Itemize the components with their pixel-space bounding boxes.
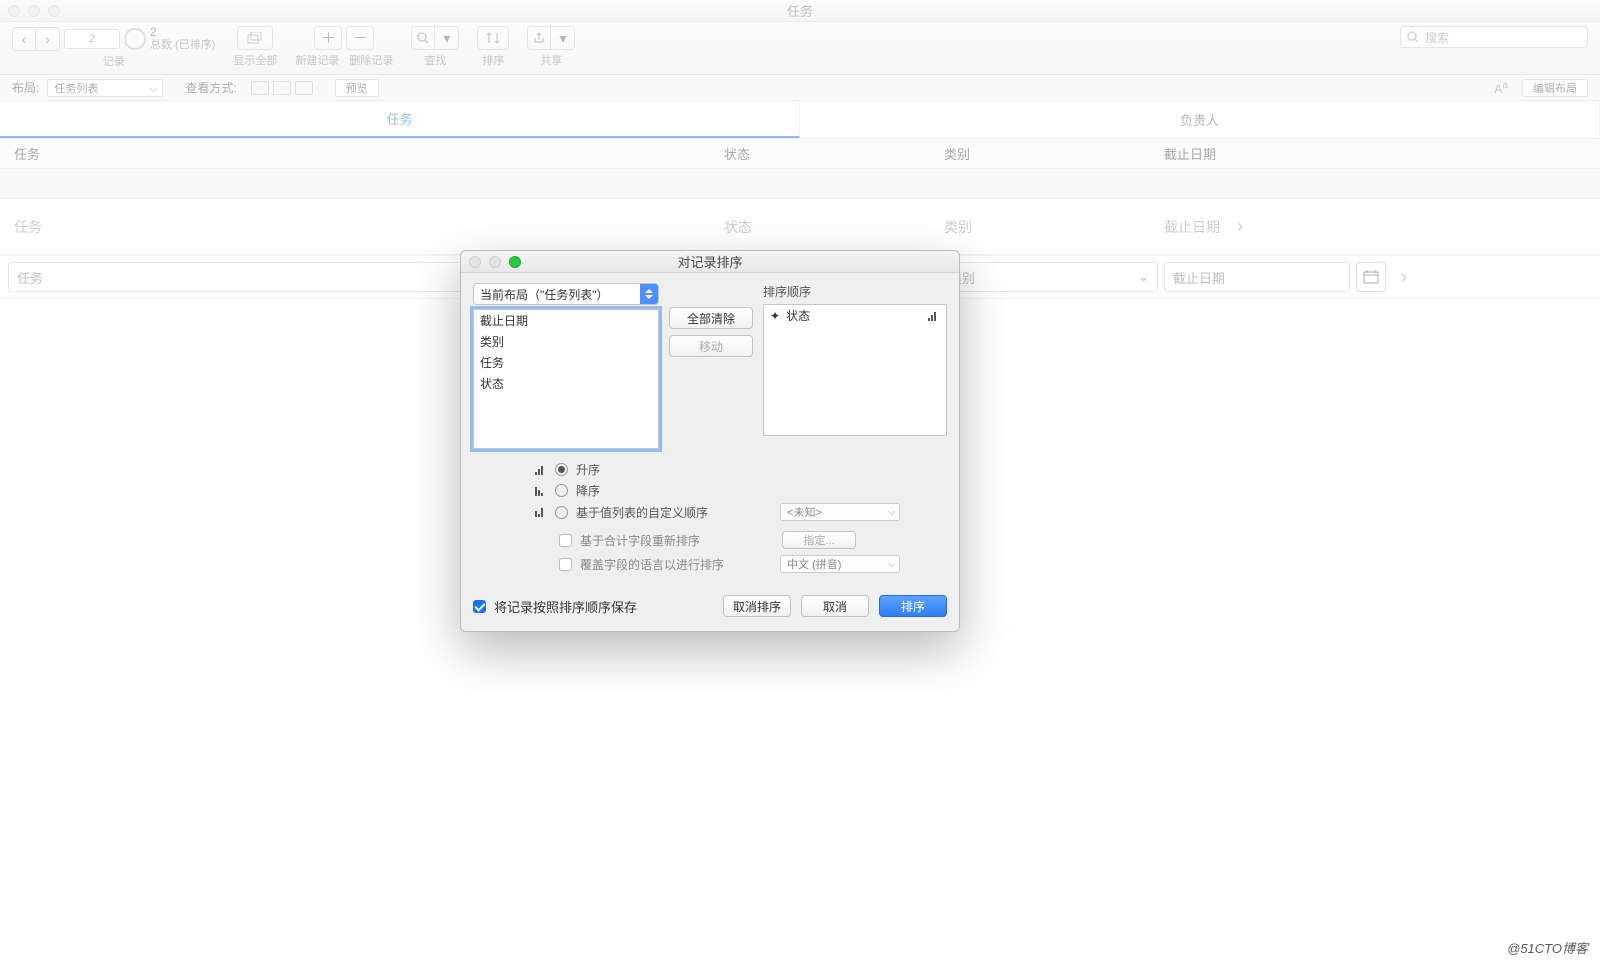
layout-dropdown[interactable]: 当前布局（"任务列表"） bbox=[473, 283, 659, 305]
ascending-bars-icon bbox=[928, 311, 940, 321]
sort-direction-radios: 升序 降序 基于值列表的自定义顺序 <未知> bbox=[535, 461, 947, 521]
override-lang-label: 覆盖字段的语言以进行排序 bbox=[580, 556, 724, 573]
reorder-label: 基于合计字段重新排序 bbox=[580, 532, 700, 549]
handle-icon: ✦ bbox=[770, 309, 780, 323]
language-value: 中文 (拼音) bbox=[787, 556, 841, 572]
sort-item-label: 状态 bbox=[786, 307, 810, 324]
sort-options: 基于合计字段重新排序 指定... 覆盖字段的语言以进行排序 中文 (拼音) bbox=[559, 531, 947, 573]
sort-confirm-button[interactable]: 排序 bbox=[879, 595, 947, 617]
language-select[interactable]: 中文 (拼音) bbox=[780, 555, 900, 573]
value-list-value: <未知> bbox=[787, 504, 822, 520]
custom-bars-icon bbox=[535, 507, 547, 517]
asc-radio[interactable] bbox=[555, 463, 568, 476]
sort-order-label: 排序顺序 bbox=[763, 283, 947, 300]
specify-button[interactable]: 指定... bbox=[782, 531, 856, 549]
custom-radio[interactable] bbox=[555, 506, 568, 519]
value-list-select[interactable]: <未知> bbox=[780, 503, 900, 521]
desc-bars-icon bbox=[535, 486, 547, 496]
stepper-icon bbox=[640, 284, 658, 304]
field-item[interactable]: 任务 bbox=[474, 352, 658, 373]
override-lang-checkbox[interactable] bbox=[559, 558, 572, 571]
move-button[interactable]: 移动 bbox=[669, 335, 753, 357]
cancel-button[interactable]: 取消 bbox=[801, 595, 869, 617]
asc-bars-icon bbox=[535, 465, 547, 475]
layout-dropdown-value: 当前布局（"任务列表"） bbox=[480, 286, 609, 303]
dialog-footer: 将记录按照排序顺序保存 取消排序 取消 排序 bbox=[473, 595, 947, 617]
custom-label: 基于值列表的自定义顺序 bbox=[576, 504, 708, 521]
asc-label: 升序 bbox=[576, 461, 600, 478]
clear-all-button[interactable]: 全部清除 bbox=[669, 307, 753, 329]
watermark: @51CTO博客 bbox=[1507, 938, 1588, 957]
field-item[interactable]: 类别 bbox=[474, 331, 658, 352]
save-sorted-checkbox[interactable] bbox=[473, 600, 486, 613]
save-sorted-label: 将记录按照排序顺序保存 bbox=[494, 597, 637, 616]
sort-records-dialog: 对记录排序 当前布局（"任务列表"） 截止日期 类别 任务 状态 全部清除 移动 bbox=[460, 250, 960, 632]
field-item[interactable]: 状态 bbox=[474, 373, 658, 394]
dialog-zoom-dot[interactable] bbox=[509, 256, 521, 268]
desc-radio[interactable] bbox=[555, 484, 568, 497]
dialog-title: 对记录排序 bbox=[677, 252, 742, 271]
dialog-titlebar: 对记录排序 bbox=[461, 251, 959, 273]
sort-order-listbox[interactable]: ✦ 状态 bbox=[763, 304, 947, 436]
unsort-button[interactable]: 取消排序 bbox=[723, 595, 791, 617]
sort-item[interactable]: ✦ 状态 bbox=[764, 305, 946, 326]
dialog-min-dot[interactable] bbox=[489, 256, 501, 268]
dialog-traffic bbox=[469, 256, 521, 268]
desc-label: 降序 bbox=[576, 482, 600, 499]
fields-listbox[interactable]: 截止日期 类别 任务 状态 bbox=[473, 309, 659, 449]
dialog-close-dot[interactable] bbox=[469, 256, 481, 268]
reorder-checkbox[interactable] bbox=[559, 534, 572, 547]
field-item[interactable]: 截止日期 bbox=[474, 310, 658, 331]
